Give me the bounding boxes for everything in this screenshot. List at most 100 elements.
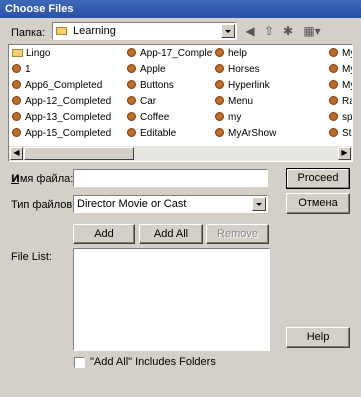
file-item[interactable]: Race <box>329 95 352 109</box>
file-item-label: MyArShow <box>228 128 277 139</box>
file-item-label: Coffee <box>140 112 170 123</box>
director-file-icon <box>127 96 136 105</box>
file-item[interactable]: Lingo <box>12 47 124 61</box>
director-file-icon <box>329 96 338 105</box>
filetype-dropdown[interactable]: Director Movie or Cast <box>73 195 268 213</box>
file-item-label: Menu <box>228 96 254 107</box>
file-item-label: Hyperlink <box>228 80 270 91</box>
file-item-label: App-13_Completed <box>25 112 112 123</box>
director-file-icon <box>127 128 136 137</box>
director-file-icon <box>329 48 338 57</box>
file-item-label: App-17_Completed <box>140 48 213 59</box>
file-item[interactable]: Car <box>127 95 213 109</box>
file-item[interactable]: Starli <box>329 127 352 141</box>
file-item[interactable]: MyArShow <box>215 127 325 141</box>
director-file-icon <box>215 128 224 137</box>
filetype-label: Тип файлов: <box>11 199 76 211</box>
proceed-button[interactable]: Proceed <box>286 168 350 189</box>
new-folder-icon[interactable]: ✱ <box>280 23 296 39</box>
chevron-down-icon <box>252 197 266 211</box>
filetype-value: Director Movie or Cast <box>77 198 187 210</box>
file-item[interactable]: Buttons <box>127 79 213 93</box>
folder-current: Learning <box>73 25 116 37</box>
file-item-label: my <box>228 112 242 123</box>
file-item-label: App-15_Completed <box>25 128 112 139</box>
remove-button[interactable]: Remove <box>206 224 269 244</box>
up-folder-icon[interactable]: ⇧ <box>261 23 277 39</box>
file-item-label: help <box>228 48 247 59</box>
file-item[interactable]: Menu <box>215 95 325 109</box>
file-item-label: App-12_Completed <box>25 96 112 107</box>
director-file-icon <box>12 112 21 121</box>
file-list-box[interactable] <box>73 248 270 351</box>
file-item-label: spac <box>342 112 353 123</box>
help-button[interactable]: Help <box>286 327 350 348</box>
file-item-label: App6_Completed <box>25 80 103 91</box>
file-item-label: MyBa <box>342 48 352 59</box>
filename-label: ИИмя файла: <box>11 173 74 185</box>
file-item-label: Editable <box>140 128 177 139</box>
file-item-label: Car <box>140 96 157 107</box>
file-item[interactable]: MyMo <box>329 63 352 77</box>
director-file-icon <box>215 48 224 57</box>
file-item-label: Horses <box>228 64 260 75</box>
include-folders-label: "Add All" Includes Folders <box>90 356 216 368</box>
director-file-icon <box>215 64 224 73</box>
file-item-label: MyMo <box>342 64 352 75</box>
director-file-icon <box>127 48 136 57</box>
file-item[interactable]: my <box>215 111 325 125</box>
file-item-label: Lingo <box>26 48 51 59</box>
view-menu-icon[interactable]: ▦▾ <box>301 23 323 39</box>
director-file-icon <box>12 96 21 105</box>
file-item[interactable]: App6_Completed <box>12 79 124 93</box>
director-file-icon <box>127 112 136 121</box>
file-item[interactable]: Hyperlink <box>215 79 325 93</box>
file-item[interactable]: help <box>215 47 325 61</box>
file-item-label: Buttons <box>140 80 174 91</box>
cancel-button[interactable]: Отмена <box>286 193 350 214</box>
file-item[interactable]: App-13_Completed <box>12 111 124 125</box>
file-item[interactable]: App-17_Completed <box>127 47 213 61</box>
window-title: Choose Files <box>0 0 361 18</box>
director-file-icon <box>12 64 21 73</box>
include-folders-checkbox[interactable] <box>74 357 85 368</box>
folder-icon <box>12 49 23 57</box>
director-file-icon <box>127 64 136 73</box>
file-item-label: Apple <box>140 64 166 75</box>
file-item[interactable]: App-15_Completed <box>12 127 124 141</box>
director-file-icon <box>215 80 224 89</box>
file-item[interactable]: Horses <box>215 63 325 77</box>
director-file-icon <box>127 80 136 89</box>
file-item[interactable]: Apple <box>127 63 213 77</box>
back-icon[interactable]: ◀ <box>242 23 258 39</box>
director-file-icon <box>329 64 338 73</box>
file-item[interactable]: MySp <box>329 79 352 93</box>
scroll-right-icon[interactable]: ▶ <box>338 147 351 160</box>
file-item[interactable]: MyBa <box>329 47 352 61</box>
file-item-label: MySp <box>342 80 352 91</box>
horizontal-scrollbar[interactable]: ◀ ▶ <box>9 146 352 161</box>
folder-dropdown[interactable]: Learning <box>52 22 237 40</box>
chevron-down-icon <box>221 24 235 38</box>
director-file-icon <box>329 112 338 121</box>
filename-input[interactable] <box>73 169 268 187</box>
file-item-label: Starli <box>342 128 352 139</box>
director-file-icon <box>215 112 224 121</box>
file-item[interactable]: Coffee <box>127 111 213 125</box>
file-item[interactable]: 1 <box>12 63 124 77</box>
file-item-label: 1 <box>25 64 31 75</box>
director-file-icon <box>329 80 338 89</box>
scroll-thumb[interactable] <box>24 147 134 160</box>
file-list-label: File List: <box>11 251 52 263</box>
scroll-left-icon[interactable]: ◀ <box>10 147 23 160</box>
add-all-button[interactable]: Add All <box>139 224 203 244</box>
director-file-icon <box>215 96 224 105</box>
file-item[interactable]: App-12_Completed <box>12 95 124 109</box>
file-item-label: Race <box>342 96 352 107</box>
director-file-icon <box>12 128 21 137</box>
folder-label: Папка: <box>11 27 46 39</box>
file-browser[interactable]: Lingo 1 App6_Completed App-12_Completed App-… <box>8 44 353 162</box>
add-button[interactable]: Add <box>73 224 135 244</box>
file-item[interactable]: Editable <box>127 127 213 141</box>
file-item[interactable]: spac <box>329 111 353 125</box>
